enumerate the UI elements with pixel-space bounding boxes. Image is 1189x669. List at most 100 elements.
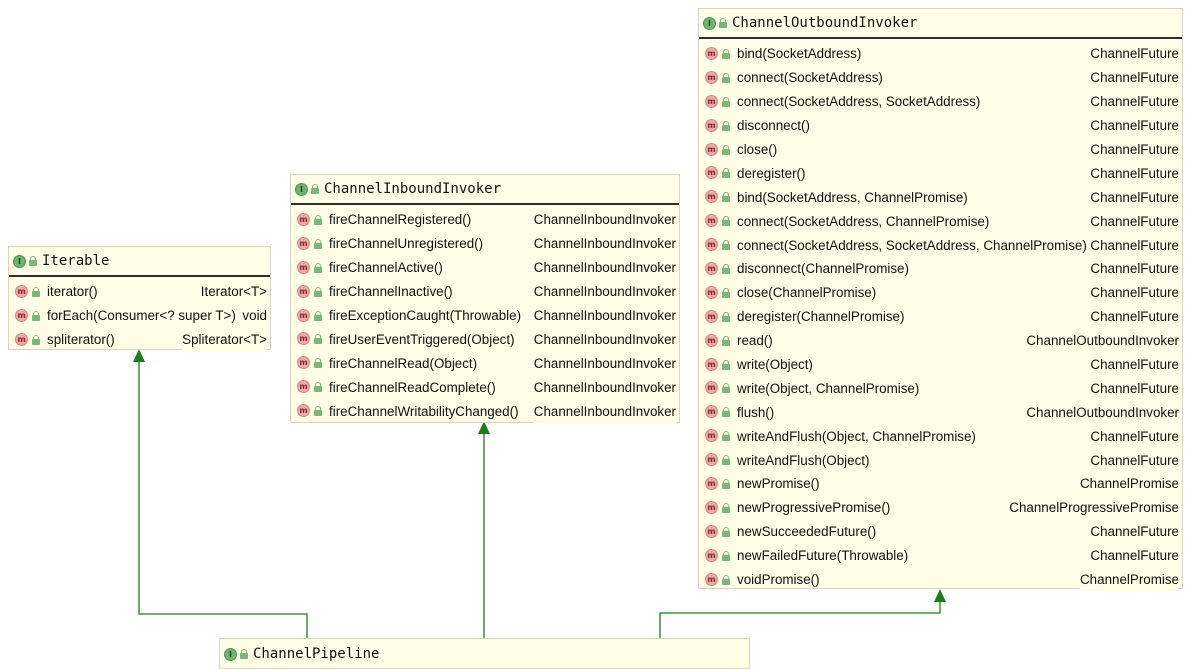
iterable-interface-box[interactable]: I Iterable m iterator() Iterator<T> m fo… [8, 246, 271, 352]
lock-icon [314, 238, 322, 249]
method-icon: m [705, 118, 718, 132]
arrow-to-outbound [659, 600, 941, 638]
method-icon: m [705, 500, 718, 514]
method-icon: m [705, 381, 718, 395]
method-row[interactable]: m voidPromise() ChannelPromise [699, 567, 1182, 592]
interface-icon: I [224, 647, 237, 661]
method-row[interactable]: m bind(SocketAddress, ChannelPromise) Chan… [699, 185, 1182, 210]
method-row[interactable]: m write(Object, ChannelPromise) ChannelFut… [699, 376, 1182, 401]
method-return-type: Spliterator<T> [182, 327, 267, 352]
method-icon: m [705, 166, 718, 180]
method-row[interactable]: m read() ChannelOutboundInvoker [699, 328, 1182, 353]
method-icon: m [705, 548, 718, 562]
method-row[interactable]: m writeAndFlush(Object, ChannelPromise) Ch… [699, 424, 1182, 449]
method-row[interactable]: m fireChannelRegistered() ChannelInboundIn… [291, 208, 679, 232]
lock-icon [722, 550, 730, 561]
method-return-type: ChannelInboundInvoker [533, 255, 676, 280]
method-row[interactable]: m connect(SocketAddress, SocketAddress, C… [699, 233, 1182, 258]
method-row[interactable]: m deregister() ChannelFuture [699, 161, 1182, 186]
lock-icon [722, 287, 730, 298]
method-signature: write(Object, ChannelPromise) [737, 380, 920, 396]
lock-icon [314, 382, 322, 393]
interface-icon: I [13, 254, 26, 268]
method-row[interactable]: m fireChannelUnregistered() ChannelInbound… [291, 231, 679, 256]
method-row[interactable]: m connect(SocketAddress, SocketAddress) Ch… [699, 89, 1182, 114]
lock-icon [722, 311, 730, 322]
method-icon: m [705, 214, 718, 228]
channel-outbound-invoker-box[interactable]: I ChannelOutboundInvoker m bind(SocketAdd… [698, 8, 1183, 592]
method-signature: connect(SocketAddress, ChannelPromise) [737, 213, 990, 229]
inbound-title: ChannelInboundInvoker [324, 181, 502, 197]
method-signature: newFailedFuture(Throwable) [737, 548, 909, 564]
method-signature: close() [737, 142, 778, 157]
method-signature: write(Object) [737, 357, 813, 373]
method-icon: m [705, 238, 718, 252]
method-icon: m [297, 284, 310, 298]
method-icon: m [15, 332, 28, 346]
method-row[interactable]: m connect(SocketAddress, ChannelPromise) C… [699, 209, 1182, 234]
method-row[interactable]: m close() ChannelFuture [699, 137, 1182, 162]
method-row[interactable]: m flush() ChannelOutboundInvoker [699, 400, 1182, 425]
lock-icon [314, 358, 322, 369]
method-return-type: ChannelFuture [1090, 137, 1179, 162]
method-icon: m [297, 404, 310, 418]
method-row[interactable]: m fireUserEventTriggered(Object) ChannelIn… [291, 327, 679, 352]
method-row[interactable]: m disconnect() ChannelFuture [699, 113, 1182, 138]
method-signature: writeAndFlush(Object) [737, 452, 870, 468]
pipeline-title: ChannelPipeline [253, 646, 380, 662]
iterable-header: I Iterable [9, 247, 270, 277]
method-return-type: ChannelFuture [1090, 257, 1179, 281]
method-row[interactable]: m newFailedFuture(Throwable) ChannelFuture [699, 543, 1182, 568]
method-row[interactable]: m fireChannelActive() ChannelInboundInvoke… [291, 255, 679, 280]
method-signature: fireChannelUnregistered() [329, 236, 484, 252]
channel-inbound-invoker-box[interactable]: I ChannelInboundInvoker m fireChannelRegi… [290, 174, 680, 424]
method-return-type: ChannelPromise [1080, 472, 1179, 496]
channel-pipeline-box[interactable]: I ChannelPipeline [219, 638, 750, 669]
lock-icon [722, 192, 730, 203]
method-return-type: ChannelInboundInvoker [533, 208, 676, 232]
method-icon: m [705, 285, 718, 299]
method-signature: fireExceptionCaught(Throwable) [329, 308, 522, 323]
method-row[interactable]: m write(Object) ChannelFuture [699, 352, 1182, 377]
method-row[interactable]: m newProgressivePromise() ChannelProgressi… [699, 495, 1182, 520]
method-row[interactable]: m fireChannelRead(Object) ChannelInboundIn… [291, 351, 679, 376]
lock-icon [722, 240, 730, 251]
method-row[interactable]: m writeAndFlush(Object) ChannelFuture [699, 448, 1182, 473]
lock-icon [722, 144, 730, 155]
method-return-type: ChannelFuture [1090, 424, 1179, 449]
method-return-type: ChannelFuture [1090, 304, 1179, 329]
interface-icon: I [703, 16, 716, 30]
method-signature: forEach(Consumer<? super T>) [47, 308, 236, 324]
method-row[interactable]: m disconnect(ChannelPromise) ChannelFuture [699, 257, 1182, 281]
method-row[interactable]: m fireChannelWritabilityChanged() ChannelI… [291, 399, 679, 424]
method-row[interactable]: m forEach(Consumer<? super T>) void [9, 303, 270, 328]
method-icon: m [297, 332, 310, 346]
method-return-type: ChannelInboundInvoker [533, 279, 676, 304]
lock-icon [722, 479, 730, 490]
method-row[interactable]: m newPromise() ChannelPromise [699, 472, 1182, 496]
method-return-type: ChannelFuture [1090, 209, 1179, 234]
method-row[interactable]: m spliterator() Spliterator<T> [9, 327, 270, 352]
method-row[interactable]: m fireExceptionCaught(Throwable) ChannelIn… [291, 303, 679, 328]
method-row[interactable]: m close(ChannelPromise) ChannelFuture [699, 280, 1182, 305]
method-row[interactable]: m fireChannelInactive() ChannelInboundInvo… [291, 279, 679, 304]
method-row[interactable]: m newSucceededFuture() ChannelFuture [699, 519, 1182, 544]
method-row[interactable]: m iterator() Iterator<T> [9, 280, 270, 304]
method-signature: newSucceededFuture() [737, 524, 877, 540]
method-icon: m [297, 236, 310, 250]
method-signature: iterator() [47, 284, 98, 300]
method-signature: read() [737, 333, 773, 349]
method-row[interactable]: m fireChannelReadComplete() ChannelInbound… [291, 375, 679, 400]
method-row[interactable]: m bind(SocketAddress) ChannelFuture [699, 42, 1182, 66]
lock-icon [29, 256, 37, 266]
method-return-type: ChannelInboundInvoker [533, 303, 676, 328]
method-icon: m [705, 142, 718, 156]
method-return-type: ChannelOutboundInvoker [1026, 328, 1179, 353]
method-icon: m [705, 94, 718, 108]
method-row[interactable]: m deregister(ChannelPromise) ChannelFuture [699, 304, 1182, 329]
lock-icon [722, 335, 730, 346]
method-signature: connect(SocketAddress) [737, 70, 883, 86]
method-row[interactable]: m connect(SocketAddress) ChannelFuture [699, 65, 1182, 90]
method-return-type: ChannelFuture [1090, 448, 1179, 473]
lock-icon [722, 216, 730, 227]
